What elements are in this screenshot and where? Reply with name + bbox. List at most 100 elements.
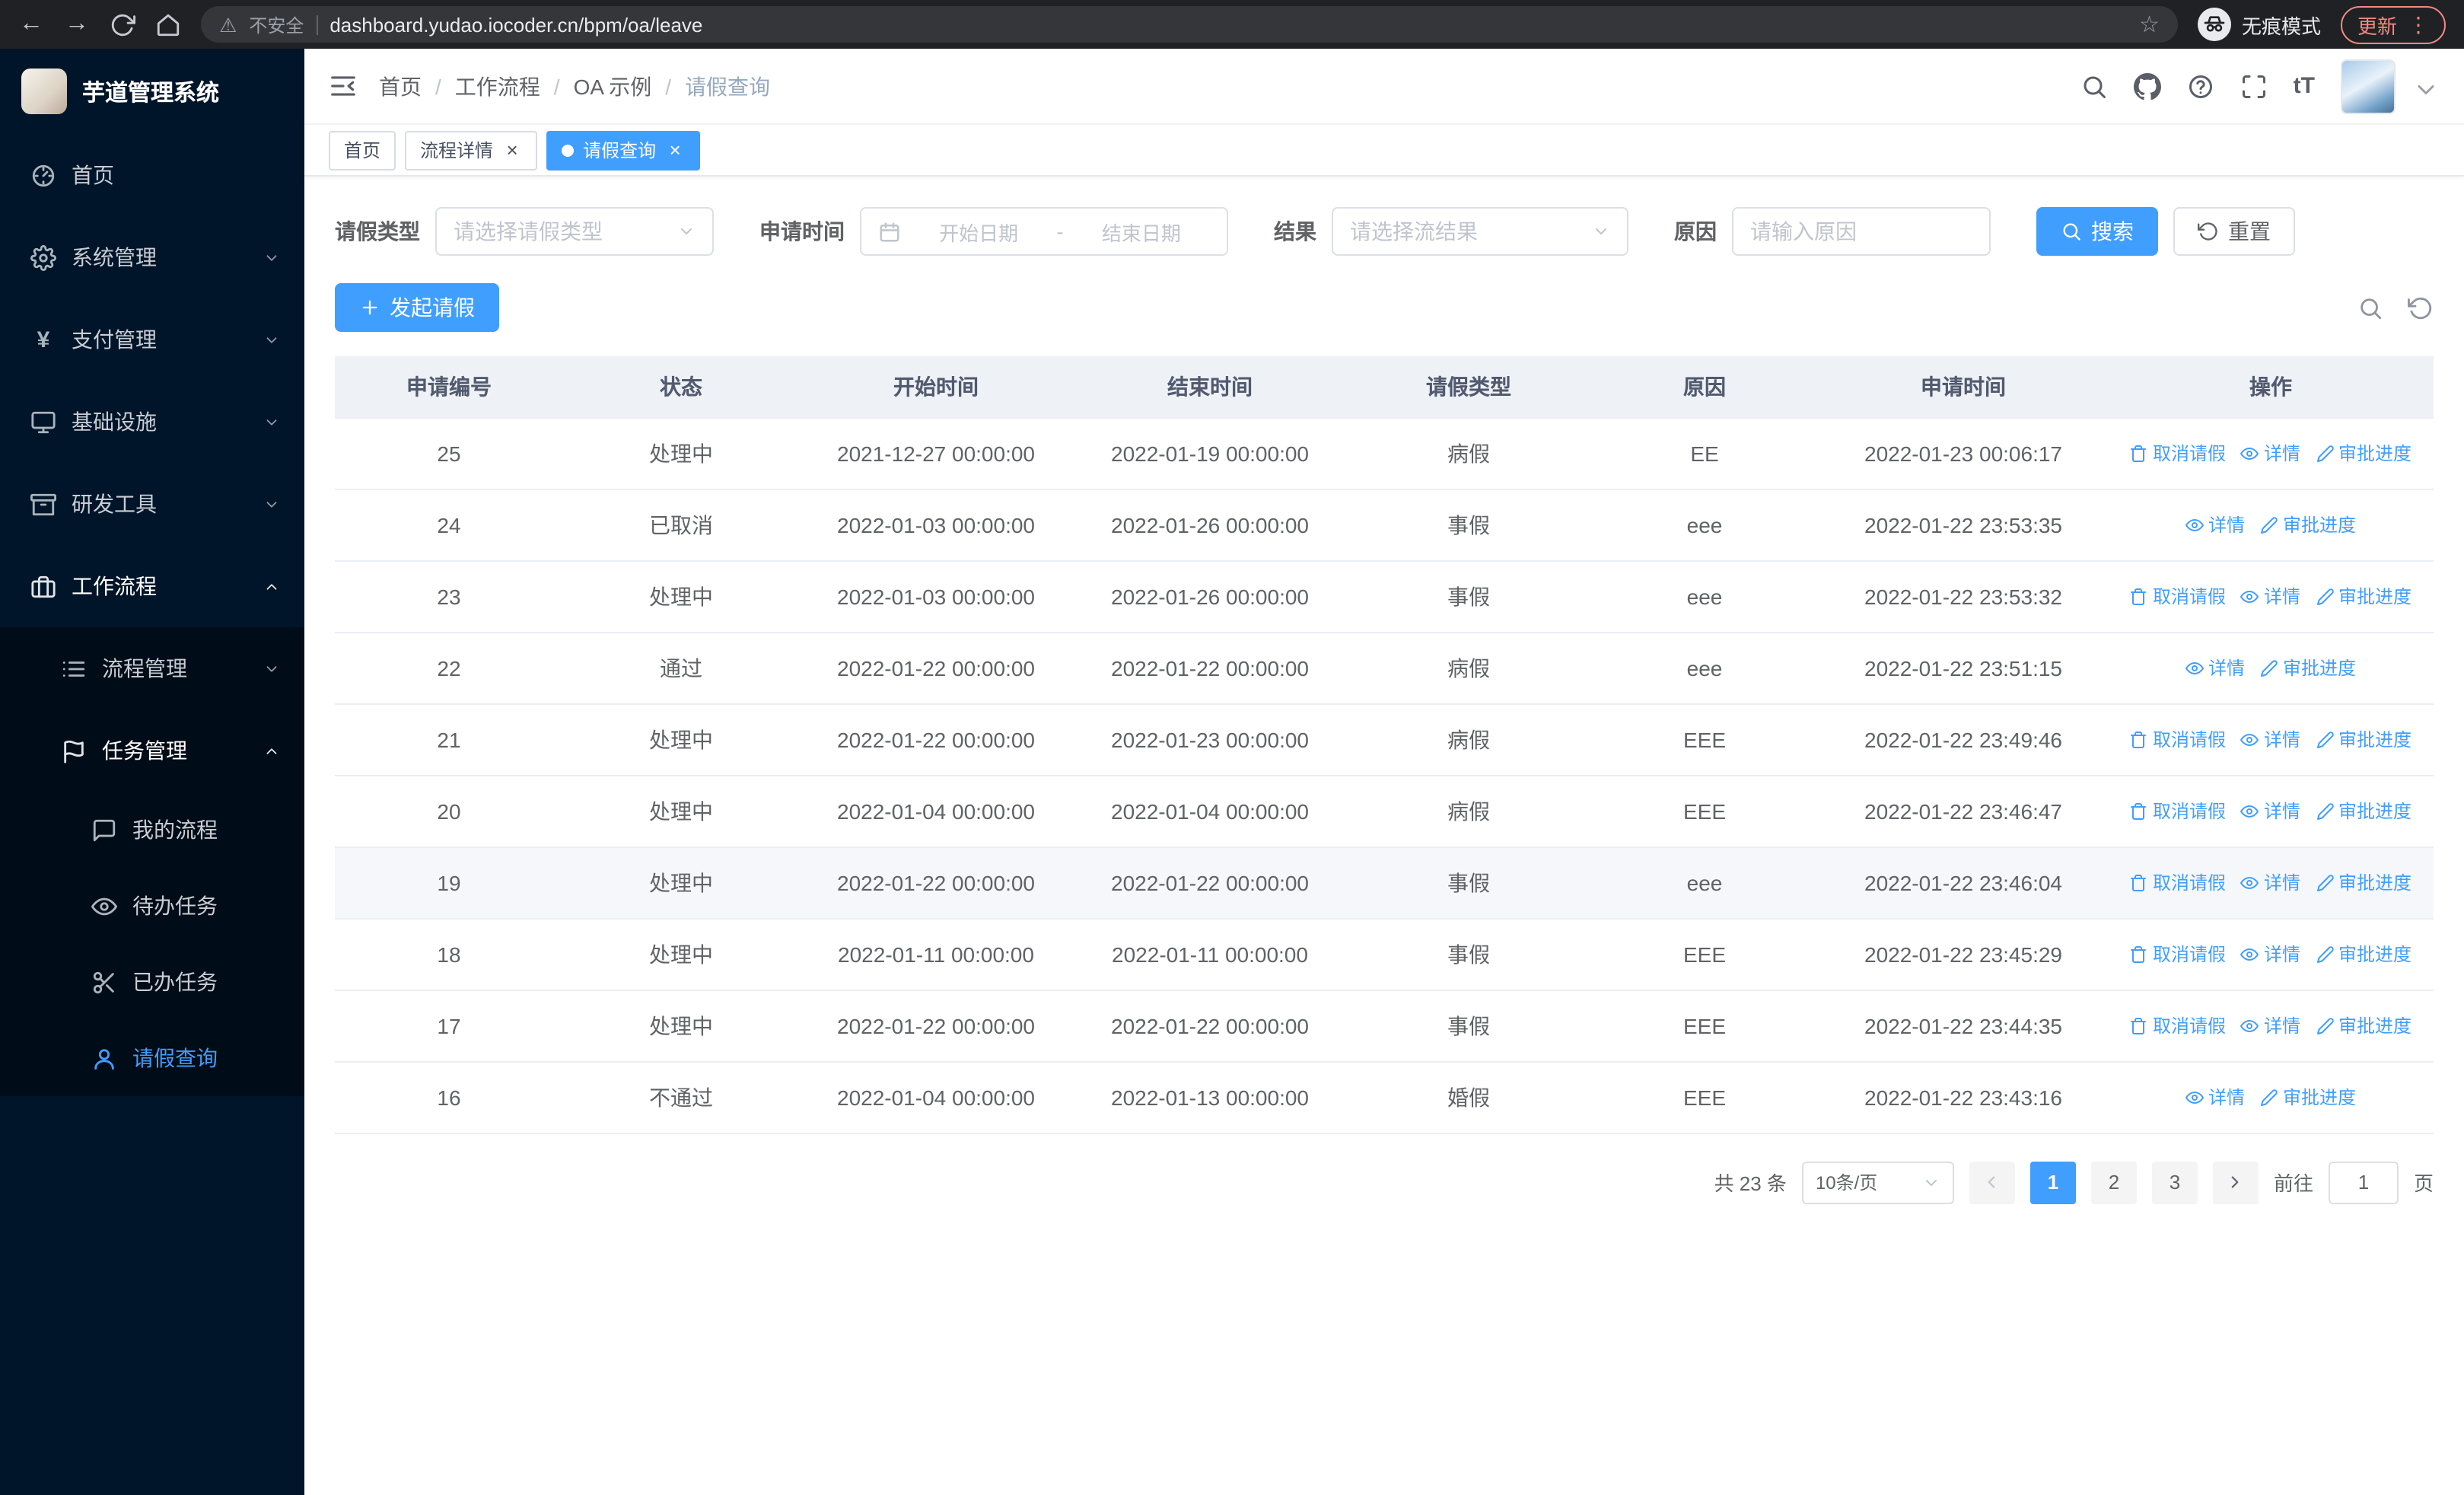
cell-id: 23 [335, 560, 563, 633]
table-row[interactable]: 25 处理中 2021-12-27 00:00:00 2022-01-19 00:00… [335, 417, 2434, 489]
page-size-select[interactable]: 10条/页 [1801, 1161, 1954, 1203]
apply-time-range-picker[interactable]: 开始日期 - 结束日期 [860, 207, 1228, 256]
sidebar-item-5[interactable]: 工作流程 [0, 545, 304, 627]
sidebar-item-8[interactable]: 我的流程 [0, 792, 304, 868]
cell-id: 22 [335, 632, 563, 704]
table-row[interactable]: 22 通过 2022-01-22 00:00:00 2022-01-22 00:00:… [335, 632, 2434, 704]
url-text[interactable]: dashboard.yudao.iocoder.cn/bpm/oa/leave [329, 13, 2127, 36]
sidebar-item-1[interactable]: 系统管理 [0, 216, 304, 298]
detail-action[interactable]: 详情 [2240, 440, 2300, 466]
detail-action[interactable]: 详情 [2185, 655, 2245, 681]
search-button[interactable]: 搜索 [2036, 207, 2158, 256]
progress-action[interactable]: 审批进度 [2316, 941, 2411, 967]
back-icon[interactable]: ← [18, 11, 44, 37]
url-bar[interactable]: ⚠ 不安全 dashboard.yudao.iocoder.cn/bpm/oa/… [201, 6, 2178, 43]
avatar-caret-icon[interactable] [2412, 75, 2440, 103]
detail-action[interactable]: 详情 [2185, 1084, 2245, 1110]
sidebar-item-label: 已办任务 [132, 970, 218, 994]
detail-action[interactable]: 详情 [2240, 1012, 2300, 1038]
eye-icon [2240, 945, 2259, 963]
cancel-action[interactable]: 取消请假 [2130, 726, 2226, 752]
cancel-action[interactable]: 取消请假 [2130, 941, 2226, 967]
cancel-action[interactable]: 取消请假 [2130, 1012, 2226, 1038]
page-button-2[interactable]: 2 [2090, 1161, 2137, 1203]
tab[interactable]: 首页 [329, 130, 396, 170]
page-button-3[interactable]: 3 [2151, 1161, 2198, 1203]
table-refresh-icon[interactable] [2408, 295, 2434, 320]
progress-action[interactable]: 审批进度 [2316, 869, 2411, 895]
reset-button[interactable]: 重置 [2173, 207, 2295, 256]
table-row[interactable]: 19 处理中 2022-01-22 00:00:00 2022-01-22 00:00… [335, 846, 2434, 919]
warning-icon[interactable]: ⚠ [219, 14, 237, 34]
tab[interactable]: 流程详情 × [405, 130, 538, 170]
detail-action[interactable]: 详情 [2240, 941, 2300, 967]
table-row[interactable]: 23 处理中 2022-01-03 00:00:00 2022-01-26 00:00… [335, 560, 2434, 633]
user-avatar[interactable] [2341, 59, 2396, 113]
home-icon[interactable] [155, 11, 181, 37]
app-logo[interactable]: 芋道管理系统 [0, 49, 304, 134]
prev-page-button[interactable] [1969, 1161, 2015, 1203]
progress-action[interactable]: 审批进度 [2260, 512, 2356, 537]
progress-action[interactable]: 审批进度 [2316, 726, 2411, 752]
leave-type-select[interactable]: 请选择请假类型 [435, 207, 714, 256]
sidebar-item-2[interactable]: ¥ 支付管理 [0, 298, 304, 381]
fullscreen-icon[interactable] [2240, 72, 2268, 100]
tab[interactable]: 请假查询 × [546, 130, 701, 170]
table-row[interactable]: 20 处理中 2022-01-04 00:00:00 2022-01-04 00:00… [335, 775, 2434, 847]
goto-page-input[interactable] [2328, 1161, 2399, 1203]
menu-dots-icon[interactable]: ⋮ [2408, 14, 2429, 35]
table-row[interactable]: 18 处理中 2022-01-11 00:00:00 2022-01-11 00:00… [335, 918, 2434, 990]
font-size-icon[interactable]: tT [2294, 72, 2315, 100]
table-row[interactable]: 21 处理中 2022-01-22 00:00:00 2022-01-23 00:00… [335, 703, 2434, 776]
search-icon[interactable] [2080, 72, 2108, 100]
sidebar-item-10[interactable]: 已办任务 [0, 944, 304, 1020]
row-actions: 取消请假 详情 审批进度 [2108, 798, 2434, 824]
page-button-1[interactable]: 1 [2029, 1161, 2076, 1203]
progress-action[interactable]: 审批进度 [2316, 440, 2411, 466]
table-row[interactable]: 16 不通过 2022-01-04 00:00:00 2022-01-13 00:00… [335, 1061, 2434, 1133]
tab-close-icon[interactable]: × [502, 140, 522, 160]
detail-action[interactable]: 详情 [2240, 583, 2300, 609]
detail-action[interactable]: 详情 [2185, 512, 2245, 537]
progress-action[interactable]: 审批进度 [2316, 798, 2411, 824]
tab-close-icon[interactable]: × [665, 140, 685, 160]
result-select[interactable]: 请选择流结果 [1332, 207, 1628, 256]
table-row[interactable]: 24 已取消 2022-01-03 00:00:00 2022-01-26 00:00… [335, 489, 2434, 561]
update-button[interactable]: 更新 ⋮ [2340, 5, 2446, 43]
sidebar-item-0[interactable]: 首页 [0, 134, 304, 216]
sidebar-item-11[interactable]: 请假查询 [0, 1020, 304, 1096]
progress-action[interactable]: 审批进度 [2316, 583, 2411, 609]
breadcrumb-item[interactable]: 工作流程 [455, 71, 540, 101]
cancel-action[interactable]: 取消请假 [2130, 798, 2226, 824]
github-icon[interactable] [2133, 72, 2161, 100]
help-icon[interactable] [2187, 72, 2214, 100]
progress-action[interactable]: 审批进度 [2260, 655, 2356, 681]
next-page-button[interactable] [2212, 1161, 2259, 1203]
progress-action[interactable]: 审批进度 [2316, 1012, 2411, 1038]
sidebar-item-3[interactable]: 基础设施 [0, 381, 304, 463]
progress-action[interactable]: 审批进度 [2260, 1084, 2356, 1110]
cell-end: 2022-01-22 00:00:00 [1073, 632, 1347, 704]
bookmark-star-icon[interactable]: ☆ [2139, 13, 2160, 36]
detail-action[interactable]: 详情 [2240, 798, 2300, 824]
sidebar-item-7[interactable]: 任务管理 [0, 709, 304, 792]
sidebar-item-6[interactable]: 流程管理 [0, 627, 304, 709]
table-row[interactable]: 17 处理中 2022-01-22 00:00:00 2022-01-22 00:00… [335, 990, 2434, 1062]
detail-action[interactable]: 详情 [2240, 726, 2300, 752]
table-search-icon[interactable] [2357, 295, 2383, 320]
cancel-action[interactable]: 取消请假 [2130, 869, 2226, 895]
sidebar-item-4[interactable]: 研发工具 [0, 463, 304, 545]
cell-type: 婚假 [1347, 1061, 1590, 1133]
cancel-action[interactable]: 取消请假 [2130, 440, 2226, 466]
sidebar-item-9[interactable]: 待办任务 [0, 868, 304, 944]
reload-icon[interactable] [110, 11, 135, 37]
detail-action[interactable]: 详情 [2240, 869, 2300, 895]
menu-fold-icon[interactable] [329, 72, 358, 100]
edit-icon [2316, 873, 2334, 891]
forward-icon[interactable]: → [64, 11, 90, 37]
breadcrumb-item[interactable]: 首页 [379, 71, 422, 101]
cancel-action[interactable]: 取消请假 [2130, 583, 2226, 609]
create-leave-button[interactable]: 发起请假 [335, 283, 499, 332]
reason-input[interactable] [1732, 207, 1991, 256]
breadcrumb-item[interactable]: OA 示例 [574, 71, 652, 101]
